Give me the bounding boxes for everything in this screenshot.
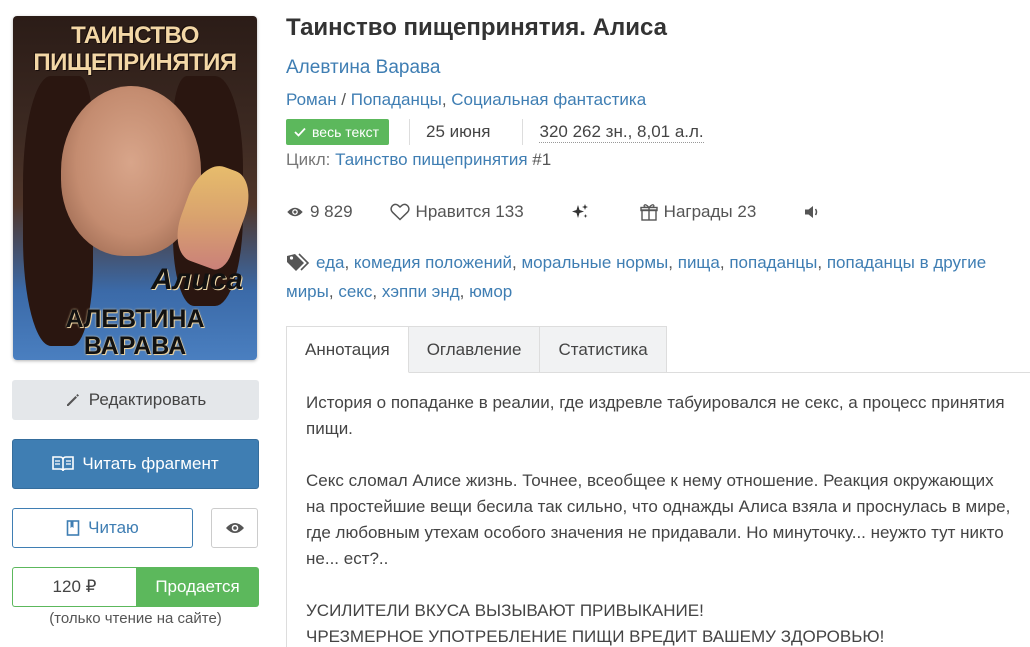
genre-link[interactable]: Попаданцы [351, 90, 442, 109]
cycle-link[interactable]: Таинство пищепринятия [335, 150, 527, 169]
awards-count: 23 [737, 202, 757, 221]
tag-link[interactable]: пища [678, 253, 720, 272]
annotation-text: История о попаданке в реалии, где издрев… [306, 390, 1016, 647]
genre-list: Роман / Попаданцы, Социальная фантастика [286, 90, 647, 109]
price-value: 120 ₽ [12, 567, 136, 607]
open-book-icon [52, 455, 75, 473]
annotation-paragraph: История о попаданке в реалии, где издрев… [306, 393, 1005, 438]
eye-icon [225, 521, 245, 535]
audio-button[interactable] [804, 204, 828, 220]
tag-link[interactable]: хэппи энд [382, 282, 460, 301]
tag-link[interactable]: моральные нормы [521, 253, 668, 272]
edit-button[interactable]: Редактировать [12, 380, 259, 420]
tab-annotation[interactable]: Аннотация [286, 326, 409, 373]
ai-button[interactable] [570, 203, 596, 221]
tag-link[interactable]: еда [316, 253, 344, 272]
cover-title: ТАИНСТВО ПИЩЕПРИНЯТИЯ [33, 22, 237, 76]
tag-link[interactable]: юмор [469, 282, 512, 301]
reading-label: Читаю [88, 518, 139, 537]
tab-statistics[interactable]: Статистика [540, 326, 667, 373]
eye-icon [287, 207, 303, 217]
book-size: 320 262 зн., 8,01 а.л. [522, 119, 704, 145]
views-count: 9 829 [310, 202, 353, 221]
watch-button[interactable] [211, 508, 258, 548]
awards-label: Награды [663, 202, 733, 221]
read-fragment-label: Читать фрагмент [82, 454, 219, 473]
tag-list: еда, комедия положений, моральные нормы,… [286, 253, 987, 301]
author-link[interactable]: Алевтина Варава [286, 57, 440, 79]
tab-contents[interactable]: Оглавление [408, 326, 541, 373]
awards-button[interactable]: Награды 23 [639, 202, 757, 222]
views-stat: 9 829 [286, 202, 353, 222]
gift-icon [639, 204, 658, 221]
genre-link[interactable]: Социальная фантастика [451, 90, 646, 109]
annotation-paragraph: УСИЛИТЕЛИ ВКУСА ВЫЗЫВАЮТ ПРИВЫКАНИЕ! [306, 601, 704, 620]
likes-label: Нравится [415, 202, 491, 221]
cover-series: Алиса [150, 263, 243, 296]
book-title: Таинство пищепринятия. Алиса [286, 14, 667, 41]
tag-link[interactable]: комедия положений [354, 253, 512, 272]
status-badge-label: весь текст [312, 124, 379, 140]
check-icon [294, 127, 306, 137]
cycle-label: Цикл: [286, 150, 331, 169]
stats-row: 9 829 Нравится 133 Награды 23 [286, 199, 828, 225]
bookmark-icon [66, 520, 80, 536]
price-note: (только чтение на сайте) [49, 610, 222, 627]
edit-button-label: Редактировать [88, 390, 207, 409]
like-button[interactable]: Нравится 133 [389, 202, 524, 222]
tab-bar: Аннотация Оглавление Статистика [286, 326, 667, 373]
annotation-paragraph: Секс сломал Алисе жизнь. Точнее, всеобще… [306, 471, 1011, 568]
annotation-paragraph: ЧРЕЗМЕРНОЕ УПОТРЕБЛЕНИЕ ПИЩИ ВРЕДИТ ВАШЕ… [306, 627, 885, 646]
sparkle-icon [571, 204, 588, 218]
read-fragment-button[interactable]: Читать фрагмент [12, 439, 259, 489]
likes-count: 133 [495, 202, 524, 221]
publish-date: 25 июня [409, 119, 506, 145]
book-cover: ТАИНСТВО ПИЩЕПРИНЯТИЯ Алиса АЛЕВТИНА ВАР… [13, 16, 257, 360]
cycle-number: #1 [532, 150, 552, 169]
status-badge: весь текст [286, 119, 389, 145]
tags-icon [286, 253, 310, 279]
reading-button[interactable]: Читаю [12, 508, 193, 548]
book-size-value: 320 262 зн., 8,01 а.л. [539, 121, 704, 143]
speaker-icon [805, 206, 818, 218]
tag-link[interactable]: попаданцы [729, 253, 817, 272]
genre-link[interactable]: Роман [286, 90, 337, 109]
book-meta: весь текст 25 июня 320 262 зн., 8,01 а.л… [286, 119, 704, 145]
heart-icon [389, 203, 410, 221]
cycle-info: Цикл: Таинство пищепринятия #1 [286, 150, 551, 170]
pencil-icon [65, 392, 81, 408]
cover-author: АЛЕВТИНА ВАРАВА [65, 305, 205, 360]
tag-link[interactable]: секс [338, 282, 372, 301]
buy-button[interactable]: Продается [136, 567, 259, 607]
